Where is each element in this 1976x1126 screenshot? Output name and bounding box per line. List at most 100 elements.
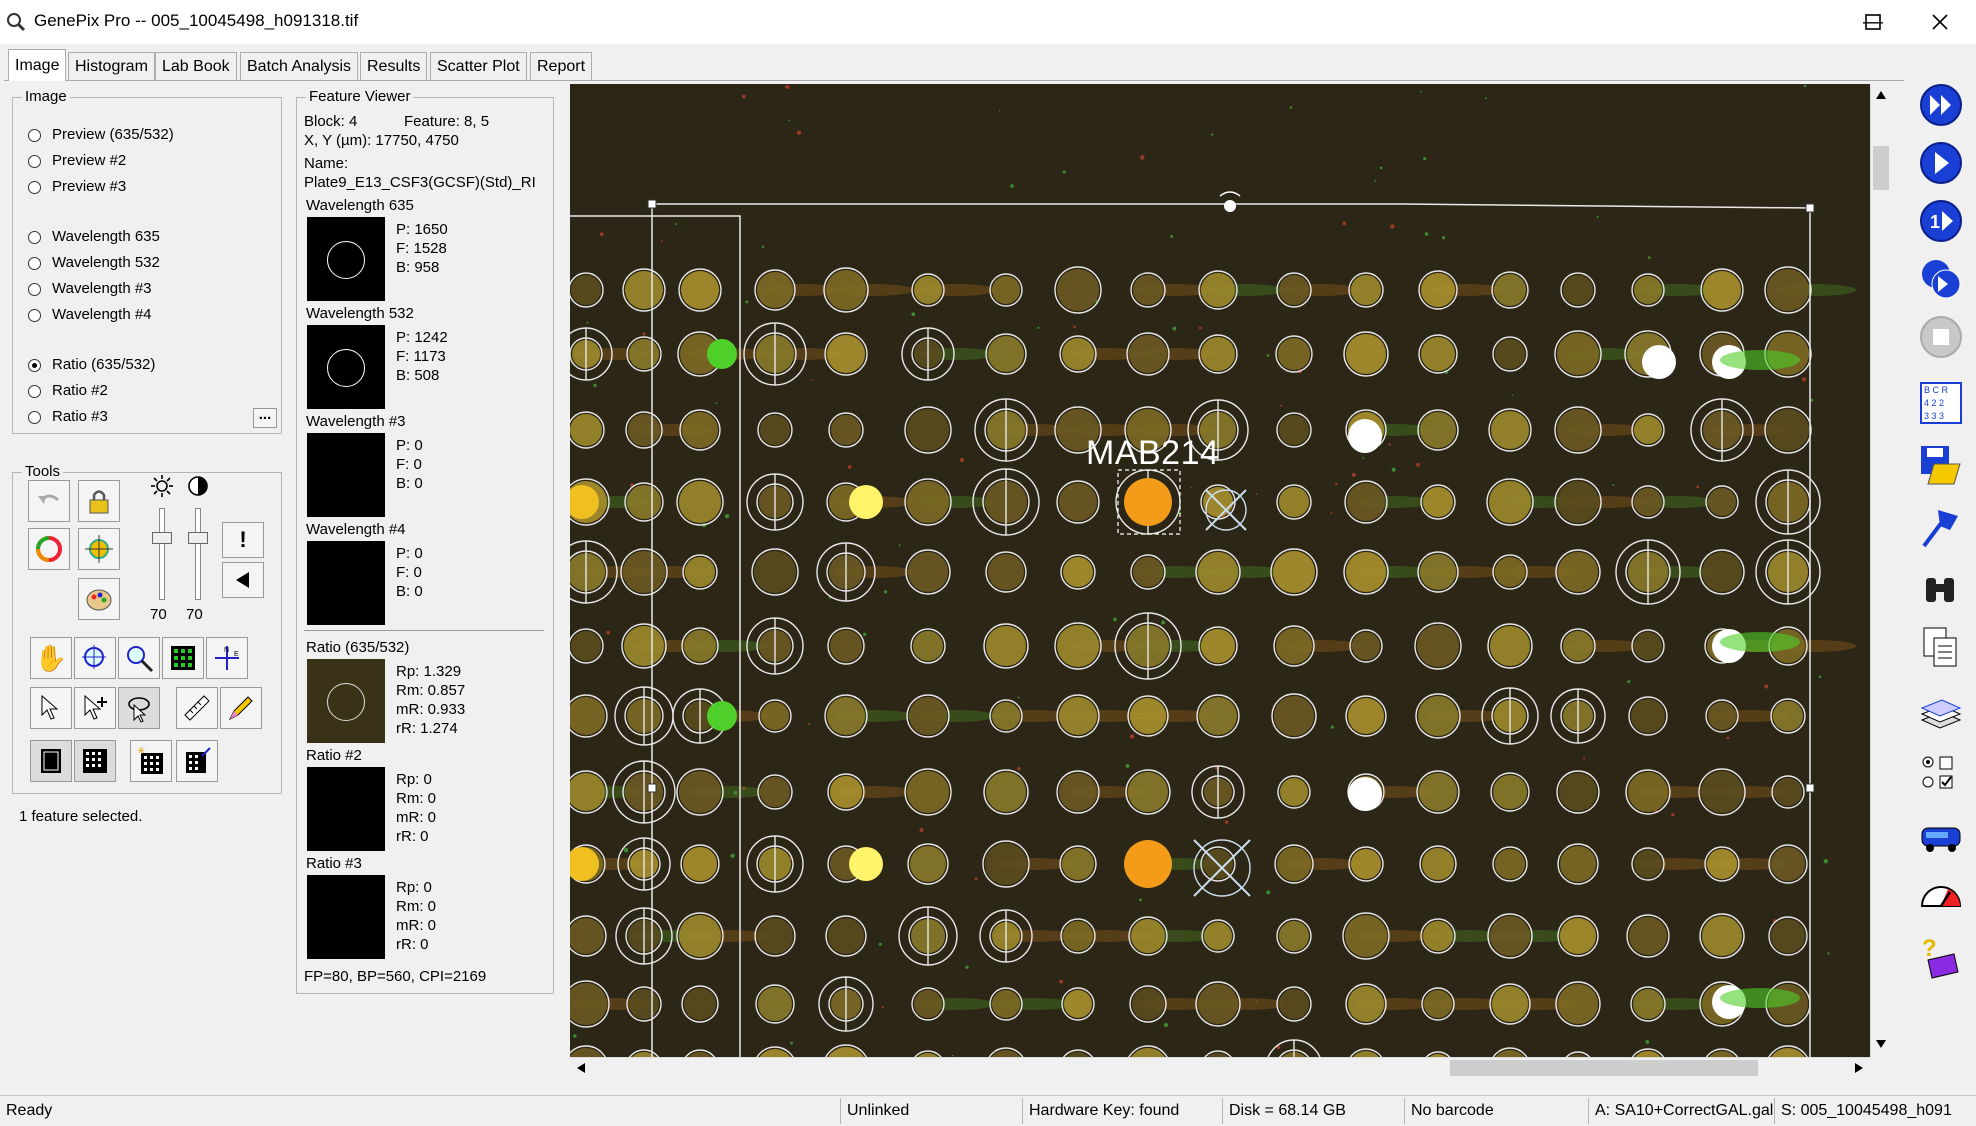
tab-results[interactable]: Results: [360, 52, 428, 80]
align-button[interactable]: [1916, 502, 1966, 552]
block-mode-button[interactable]: [30, 740, 72, 782]
spot: [830, 630, 862, 662]
vertical-scrollbar[interactable]: [1870, 84, 1891, 1057]
pencil-button[interactable]: [220, 687, 262, 729]
image-radio-1[interactable]: [28, 155, 41, 168]
image-option-label[interactable]: Wavelength 635: [52, 228, 160, 245]
rotate-color-button[interactable]: [28, 528, 70, 570]
more-options-button[interactable]: ...: [253, 407, 277, 428]
image-radio-9[interactable]: [28, 411, 41, 424]
spot: [1347, 483, 1385, 521]
lasso-tool-button[interactable]: [118, 687, 160, 729]
ruler-button[interactable]: [176, 687, 218, 729]
image-radio-5[interactable]: [28, 283, 41, 296]
undo-button[interactable]: [28, 480, 70, 522]
brightness-slider-thumb[interactable]: [152, 532, 172, 544]
feature-grid-button[interactable]: [74, 740, 116, 782]
image-radio-4[interactable]: [28, 257, 41, 270]
spot: [1057, 625, 1099, 667]
scroll-down-icon[interactable]: [1875, 1039, 1887, 1049]
help-button[interactable]: ?: [1916, 932, 1966, 982]
block-layout-button[interactable]: B C R 4 2 2 3 3 3: [1916, 378, 1966, 428]
batch-scan-button[interactable]: [1916, 254, 1966, 304]
horizontal-scroll-thumb[interactable]: [1450, 1060, 1758, 1076]
spot: [684, 988, 716, 1020]
close-icon[interactable]: [1930, 12, 1950, 32]
options-button[interactable]: [1916, 748, 1966, 798]
stop-button[interactable]: [1916, 312, 1966, 362]
zoom-button[interactable]: [118, 637, 160, 679]
contrast-slider-track[interactable]: [195, 508, 201, 600]
image-radio-7[interactable]: [28, 359, 41, 372]
layers-button[interactable]: [1916, 690, 1966, 740]
image-option-label[interactable]: Wavelength #3: [52, 280, 152, 297]
spot: [1418, 696, 1458, 736]
add-feature-button[interactable]: [74, 687, 116, 729]
tab-image[interactable]: Image: [8, 49, 67, 81]
image-option-label[interactable]: Ratio #2: [52, 382, 108, 399]
hand-tool-button[interactable]: ✋: [30, 637, 72, 679]
grid-view-button[interactable]: [162, 637, 204, 679]
contrast-slider-thumb[interactable]: [188, 532, 208, 544]
image-option-label[interactable]: Preview #2: [52, 152, 126, 169]
spot: [1278, 338, 1310, 370]
contrast-value: 70: [186, 606, 203, 623]
image-radio-0[interactable]: [28, 129, 41, 142]
find-button[interactable]: [1916, 564, 1966, 614]
spot: [1063, 557, 1093, 587]
image-option-label[interactable]: Wavelength #4: [52, 306, 152, 323]
speckle: [1330, 512, 1333, 515]
image-option-label[interactable]: Preview (635/532): [52, 126, 174, 143]
scroll-right-icon[interactable]: [1854, 1062, 1864, 1074]
image-radio-8[interactable]: [28, 385, 41, 398]
scan-fast-button[interactable]: [1916, 80, 1966, 130]
copy-button[interactable]: [1916, 622, 1966, 672]
image-option-label[interactable]: Ratio #3: [52, 408, 108, 425]
palette-button[interactable]: [78, 578, 120, 620]
hardware-button[interactable]: [1916, 812, 1966, 862]
image-radio-3[interactable]: [28, 231, 41, 244]
lock-button[interactable]: [78, 480, 120, 522]
scroll-left-icon[interactable]: [576, 1062, 586, 1074]
gauge-button[interactable]: [1916, 870, 1966, 920]
brightness-slider-track[interactable]: [159, 508, 165, 600]
spot: [1494, 274, 1526, 306]
edit-grid-button[interactable]: [176, 740, 218, 782]
wavelength-f: F: 1173: [396, 348, 446, 365]
scan-button[interactable]: [1916, 138, 1966, 188]
alert-button[interactable]: !: [222, 522, 264, 558]
tab-lab-book[interactable]: Lab Book: [155, 52, 237, 80]
tab-batch-analysis[interactable]: Batch Analysis: [240, 52, 359, 80]
horizontal-scrollbar[interactable]: [570, 1057, 1870, 1078]
image-radio-2[interactable]: [28, 181, 41, 194]
zoom-to-feature-button[interactable]: [74, 637, 116, 679]
collapse-button[interactable]: [222, 562, 264, 598]
speckle: [730, 853, 735, 858]
tab-report[interactable]: Report: [530, 52, 593, 80]
microarray-image[interactable]: MAB214: [570, 84, 1870, 1057]
wavelength-b: B: 958: [396, 259, 440, 276]
compass-button[interactable]: NE: [206, 637, 248, 679]
new-grid-button[interactable]: ✳: [130, 740, 172, 782]
save-button[interactable]: [1916, 440, 1966, 490]
image-option-label[interactable]: Wavelength 532: [52, 254, 160, 271]
scan-one-button[interactable]: 1: [1916, 196, 1966, 246]
crosshair-button[interactable]: [78, 528, 120, 570]
maximize-icon[interactable]: [1864, 12, 1884, 32]
scroll-up-icon[interactable]: [1875, 90, 1887, 100]
spot: [683, 847, 717, 881]
image-radio-6[interactable]: [28, 309, 41, 322]
image-option-label[interactable]: Preview #3: [52, 178, 126, 195]
tab-scatter-plot[interactable]: Scatter Plot: [430, 52, 527, 80]
image-option-label[interactable]: Ratio (635/532): [52, 356, 155, 373]
undo-icon: [38, 494, 59, 504]
speckle: [1416, 462, 1420, 467]
select-tool-button[interactable]: [30, 687, 72, 729]
spot-grid[interactable]: [570, 84, 1870, 1057]
svg-text:E: E: [234, 651, 239, 658]
tab-histogram[interactable]: Histogram: [68, 52, 155, 80]
spot: [1199, 697, 1237, 735]
feature-ring: [327, 683, 365, 721]
speckle: [1351, 472, 1356, 477]
vertical-scroll-thumb[interactable]: [1873, 146, 1889, 190]
